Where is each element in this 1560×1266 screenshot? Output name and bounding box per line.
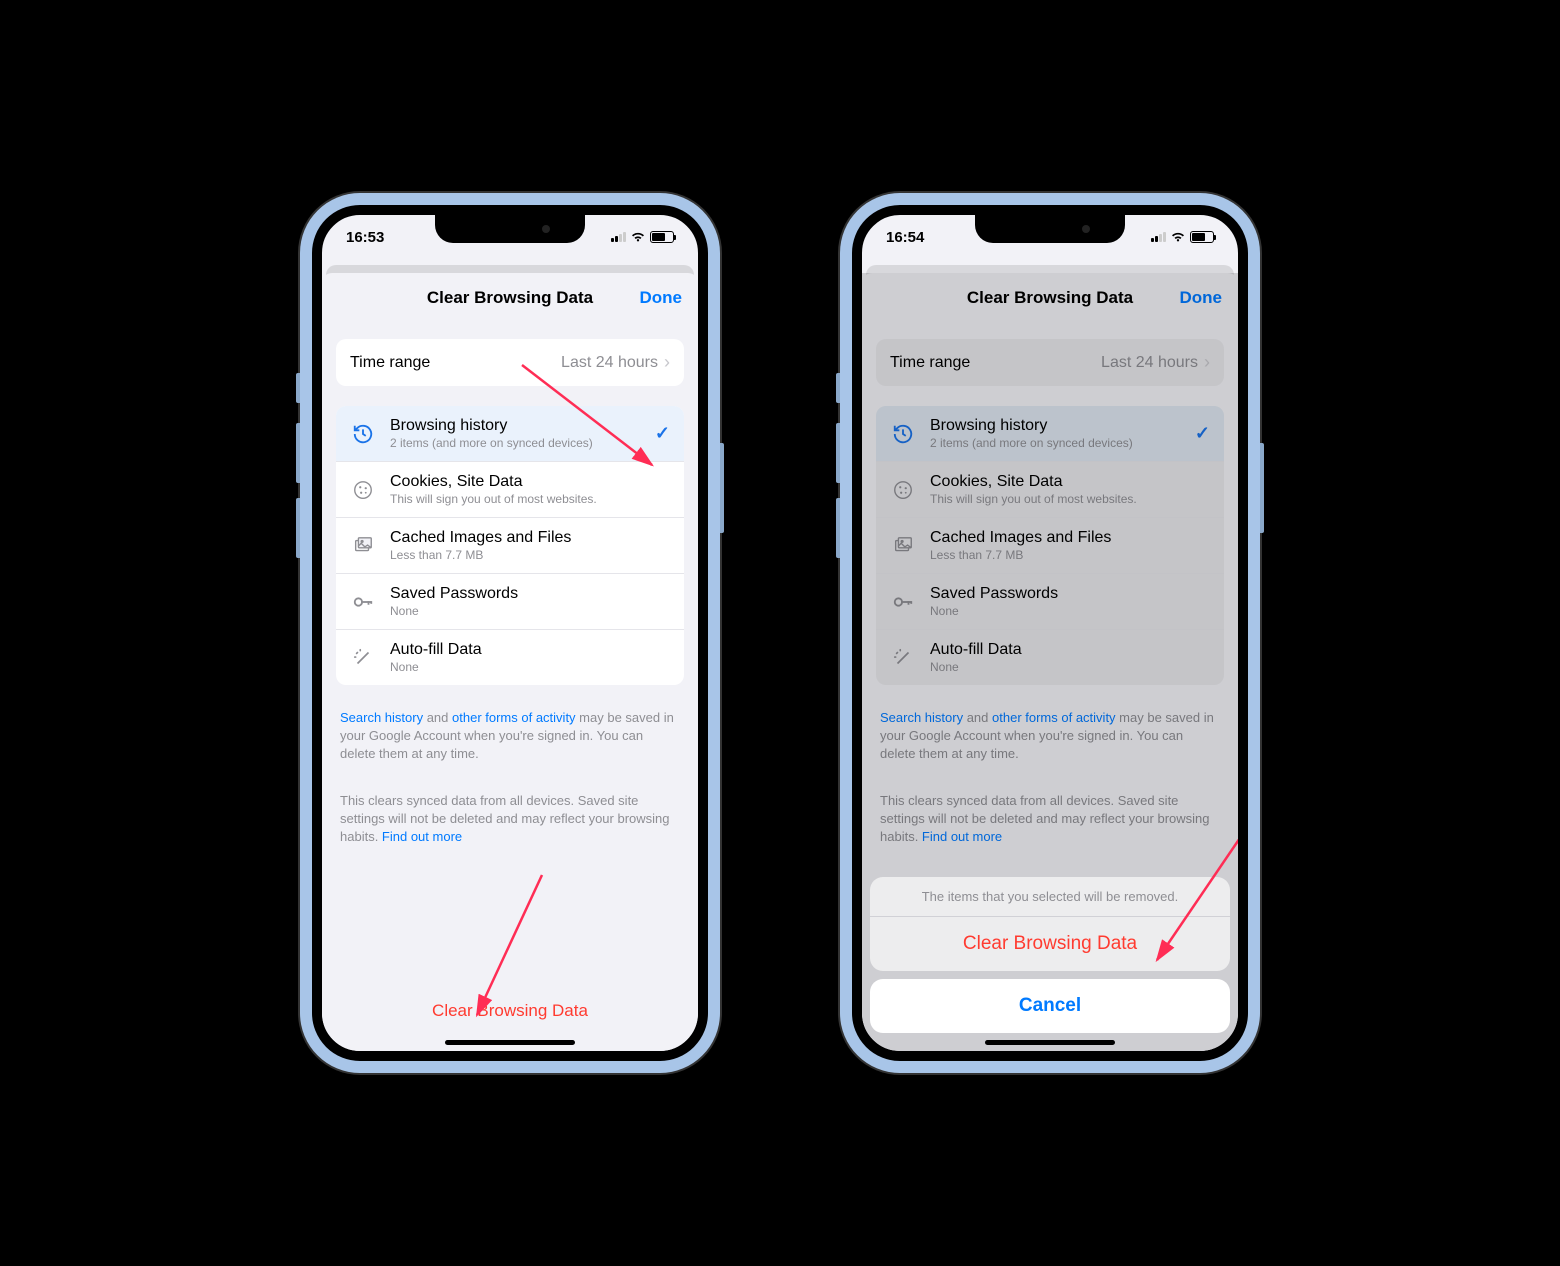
key-icon <box>350 589 376 615</box>
status-indicators <box>611 231 674 243</box>
home-indicator[interactable] <box>445 1040 575 1045</box>
sheet-header: Clear Browsing Data Done <box>322 273 698 323</box>
history-icon <box>350 421 376 447</box>
search-history-link[interactable]: Search history <box>340 710 423 725</box>
image-icon <box>350 533 376 559</box>
phone-frame-left: 16:53 Clear Browsing Data Done Time rang… <box>300 193 720 1073</box>
phone-frame-right: 16:54 Clear Browsing Data Done Time rang… <box>840 193 1260 1073</box>
cookie-icon <box>350 477 376 503</box>
option-autofill[interactable]: Auto-fill Data None <box>336 630 684 685</box>
option-passwords[interactable]: Saved Passwords None <box>336 574 684 630</box>
wand-icon <box>350 645 376 671</box>
battery-icon <box>650 231 674 243</box>
wifi-icon <box>630 231 646 243</box>
notch <box>975 215 1125 243</box>
activity-link[interactable]: other forms of activity <box>452 710 576 725</box>
screen: 16:54 Clear Browsing Data Done Time rang… <box>852 205 1248 1061</box>
footer-note-1: Search history and other forms of activi… <box>336 709 684 764</box>
status-time: 16:54 <box>886 229 924 246</box>
page-title: Clear Browsing Data <box>427 288 593 308</box>
cellular-icon <box>611 232 626 242</box>
cellular-icon <box>1151 232 1166 242</box>
annotation-arrow <box>462 865 582 1035</box>
status-indicators <box>1151 231 1214 243</box>
time-range-label: Time range <box>350 354 430 372</box>
annotation-arrow <box>1142 825 1248 975</box>
battery-icon <box>1190 231 1214 243</box>
option-subtitle: Less than 7.7 MB <box>390 548 670 562</box>
home-indicator[interactable] <box>985 1040 1115 1045</box>
cancel-button[interactable]: Cancel <box>870 979 1230 1033</box>
option-cached[interactable]: Cached Images and Files Less than 7.7 MB <box>336 518 684 574</box>
footer-note-2: This clears synced data from all devices… <box>336 792 684 847</box>
option-subtitle: This will sign you out of most websites. <box>390 492 670 506</box>
option-subtitle: None <box>390 660 670 674</box>
option-title: Auto-fill Data <box>390 641 670 659</box>
done-button[interactable]: Done <box>640 288 683 308</box>
option-subtitle: None <box>390 604 670 618</box>
find-out-more-link[interactable]: Find out more <box>382 829 462 844</box>
option-title: Saved Passwords <box>390 585 670 603</box>
notch <box>435 215 585 243</box>
wifi-icon <box>1170 231 1186 243</box>
status-time: 16:53 <box>346 229 384 246</box>
annotation-arrow <box>512 355 672 485</box>
option-title: Cached Images and Files <box>390 529 670 547</box>
screen: 16:53 Clear Browsing Data Done Time rang… <box>312 205 708 1061</box>
